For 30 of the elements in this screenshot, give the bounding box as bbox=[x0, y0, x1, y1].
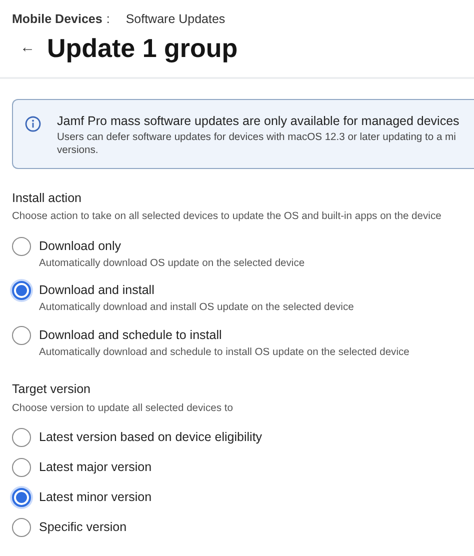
option-description: Automatically download and install OS update on the selected device bbox=[39, 301, 354, 316]
section-label: Target version bbox=[12, 381, 92, 398]
breadcrumb-separator: : bbox=[106, 12, 110, 26]
option-label: Latest version based on device eligibility bbox=[39, 429, 262, 446]
back-button[interactable]: ← bbox=[12, 37, 43, 60]
banner-text: Users can defer software updates for devices with macOS 12.3 or later updating to a mi bbox=[57, 130, 457, 144]
banner-text: versions. bbox=[57, 144, 100, 158]
banner-title: Jamf Pro mass software updates are only available for managed devices bbox=[57, 113, 460, 130]
radio-button[interactable] bbox=[12, 488, 31, 508]
section-hint: Choose version to update all selected devices to bbox=[12, 402, 234, 416]
option-description: Automatically download OS update on the selected device bbox=[39, 256, 305, 271]
page-title: Update 1 group bbox=[47, 32, 238, 64]
option-label: Latest minor version bbox=[39, 489, 152, 506]
option-label: Latest major version bbox=[39, 459, 152, 476]
breadcrumb-link[interactable]: Mobile Devices bbox=[12, 12, 102, 26]
radio-button[interactable] bbox=[12, 458, 31, 478]
radio-button[interactable] bbox=[12, 518, 31, 538]
section-label: Install action bbox=[12, 190, 82, 206]
option-description: Automatically download and schedule to install OS update on the selected device bbox=[39, 346, 410, 360]
radio-button[interactable] bbox=[12, 281, 31, 300]
radio-button[interactable] bbox=[12, 236, 31, 256]
option-label: Specific version bbox=[39, 519, 127, 536]
radio-button[interactable] bbox=[12, 428, 31, 448]
option-label: Download and install bbox=[39, 282, 156, 300]
breadcrumb-current: Software Updates bbox=[126, 12, 226, 26]
section-hint: Choose action to take on all selected devices to update the OS and built-in apps on the device bbox=[12, 210, 442, 224]
option-label: Download only bbox=[39, 238, 122, 255]
info-icon bbox=[25, 116, 41, 132]
option-label: Download and schedule to install bbox=[39, 326, 223, 344]
radio-button[interactable] bbox=[12, 326, 31, 345]
